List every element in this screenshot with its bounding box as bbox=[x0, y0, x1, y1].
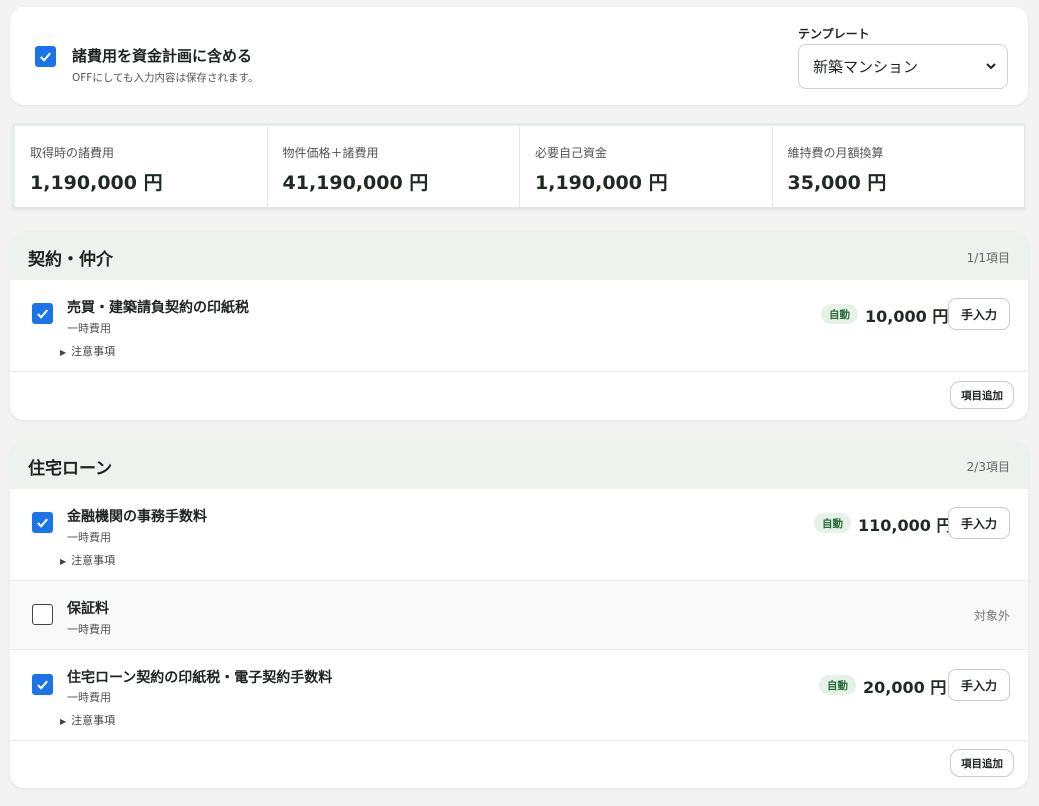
list-item: 住宅ローン契約の印紙税・電子契約手数料 一時費用 ▶ 注意事項 自動 20,000… bbox=[10, 650, 1028, 741]
summary-price-plus-costs: 物件価格＋諸費用 41,190,000 円 bbox=[268, 126, 520, 207]
add-item-button[interactable]: 項目追加 bbox=[950, 749, 1014, 777]
item-amount: 110,000 円 bbox=[858, 516, 953, 535]
check-icon bbox=[37, 518, 48, 528]
manual-input-button[interactable]: 手入力 bbox=[948, 507, 1010, 539]
item-checkbox[interactable] bbox=[32, 604, 53, 625]
section-title: 契約・仲介 bbox=[28, 250, 113, 270]
section-header: 契約・仲介 1/1項目 bbox=[10, 232, 1028, 280]
section-header: 住宅ローン 2/3項目 bbox=[10, 441, 1028, 489]
triangle-right-icon: ▶ bbox=[60, 348, 67, 357]
section-item-count: 2/3項目 bbox=[966, 460, 1010, 474]
check-icon bbox=[40, 52, 51, 62]
manual-input-button[interactable]: 手入力 bbox=[948, 669, 1010, 701]
settings-card: 諸費用を資金計画に含める OFFにしても入力内容は保存されます。 テンプレート … bbox=[10, 7, 1028, 105]
list-item: 売買・建築請負契約の印紙税 一時費用 ▶ 注意事項 自動 10,000 円 手入力 bbox=[10, 280, 1028, 372]
list-item: 保証料 一時費用 対象外 bbox=[10, 581, 1028, 650]
item-checkbox[interactable] bbox=[32, 674, 53, 695]
auto-badge: 自動 bbox=[814, 513, 851, 533]
item-notes-toggle[interactable]: ▶ 注意事項 bbox=[60, 712, 115, 728]
summary-label: 物件価格＋諸費用 bbox=[282, 146, 379, 160]
template-label: テンプレート bbox=[798, 27, 870, 41]
include-costs-checkbox[interactable] bbox=[35, 46, 56, 67]
item-type: 一時費用 bbox=[67, 691, 111, 704]
summary-monthly-maintenance: 維持費の月額換算 35,000 円 bbox=[773, 126, 1025, 207]
item-title: 住宅ローン契約の印紙税・電子契約手数料 bbox=[67, 670, 333, 686]
summary-value: 35,000 円 bbox=[787, 172, 887, 194]
item-checkbox[interactable] bbox=[32, 303, 53, 324]
item-type: 一時費用 bbox=[67, 531, 111, 544]
summary-strip: 取得時の諸費用 1,190,000 円 物件価格＋諸費用 41,190,000 … bbox=[12, 123, 1025, 208]
item-title: 保証料 bbox=[67, 601, 109, 617]
section-item-count: 1/1項目 bbox=[966, 251, 1010, 265]
item-checkbox[interactable] bbox=[32, 512, 53, 533]
item-amount: 20,000 円 bbox=[863, 678, 947, 697]
summary-acquisition-costs: 取得時の諸費用 1,190,000 円 bbox=[15, 126, 268, 207]
add-item-button[interactable]: 項目追加 bbox=[950, 381, 1014, 409]
check-icon bbox=[37, 680, 48, 690]
triangle-right-icon: ▶ bbox=[60, 717, 67, 726]
summary-value: 1,190,000 円 bbox=[30, 172, 163, 194]
auto-badge: 自動 bbox=[819, 675, 856, 695]
template-select[interactable]: 新築マンション bbox=[798, 44, 1008, 89]
triangle-right-icon: ▶ bbox=[60, 557, 67, 566]
check-icon bbox=[37, 309, 48, 319]
template-selected-value: 新築マンション bbox=[813, 58, 919, 76]
item-type: 一時費用 bbox=[67, 322, 111, 335]
item-amount: 10,000 円 bbox=[865, 307, 949, 326]
item-type: 一時費用 bbox=[67, 623, 111, 636]
list-item: 金融機関の事務手数料 一時費用 ▶ 注意事項 自動 110,000 円 手入力 bbox=[10, 489, 1028, 581]
item-notes-toggle[interactable]: ▶ 注意事項 bbox=[60, 343, 115, 359]
manual-input-button[interactable]: 手入力 bbox=[948, 298, 1010, 330]
summary-value: 1,190,000 円 bbox=[535, 172, 668, 194]
summary-value: 41,190,000 円 bbox=[282, 172, 429, 194]
summary-label: 取得時の諸費用 bbox=[30, 146, 115, 160]
item-notes-toggle[interactable]: ▶ 注意事項 bbox=[60, 552, 115, 568]
chevron-down-icon bbox=[986, 63, 996, 70]
auto-badge: 自動 bbox=[821, 304, 858, 324]
item-title: 売買・建築請負契約の印紙税 bbox=[67, 300, 249, 316]
excluded-status: 対象外 bbox=[973, 609, 1010, 623]
summary-own-funds: 必要自己資金 1,190,000 円 bbox=[520, 126, 773, 207]
summary-label: 維持費の月額換算 bbox=[787, 146, 884, 160]
include-costs-note: OFFにしても入力内容は保存されます。 bbox=[72, 72, 259, 84]
section-housing-loan: 住宅ローン 2/3項目 金融機関の事務手数料 一時費用 ▶ 注意事項 自動 110… bbox=[10, 441, 1028, 788]
include-costs-label: 諸費用を資金計画に含める bbox=[72, 47, 253, 65]
section-contract-brokerage: 契約・仲介 1/1項目 売買・建築請負契約の印紙税 一時費用 ▶ 注意事項 自動 … bbox=[10, 232, 1028, 420]
section-title: 住宅ローン bbox=[28, 459, 113, 479]
item-title: 金融機関の事務手数料 bbox=[67, 509, 207, 525]
summary-label: 必要自己資金 bbox=[535, 146, 608, 160]
